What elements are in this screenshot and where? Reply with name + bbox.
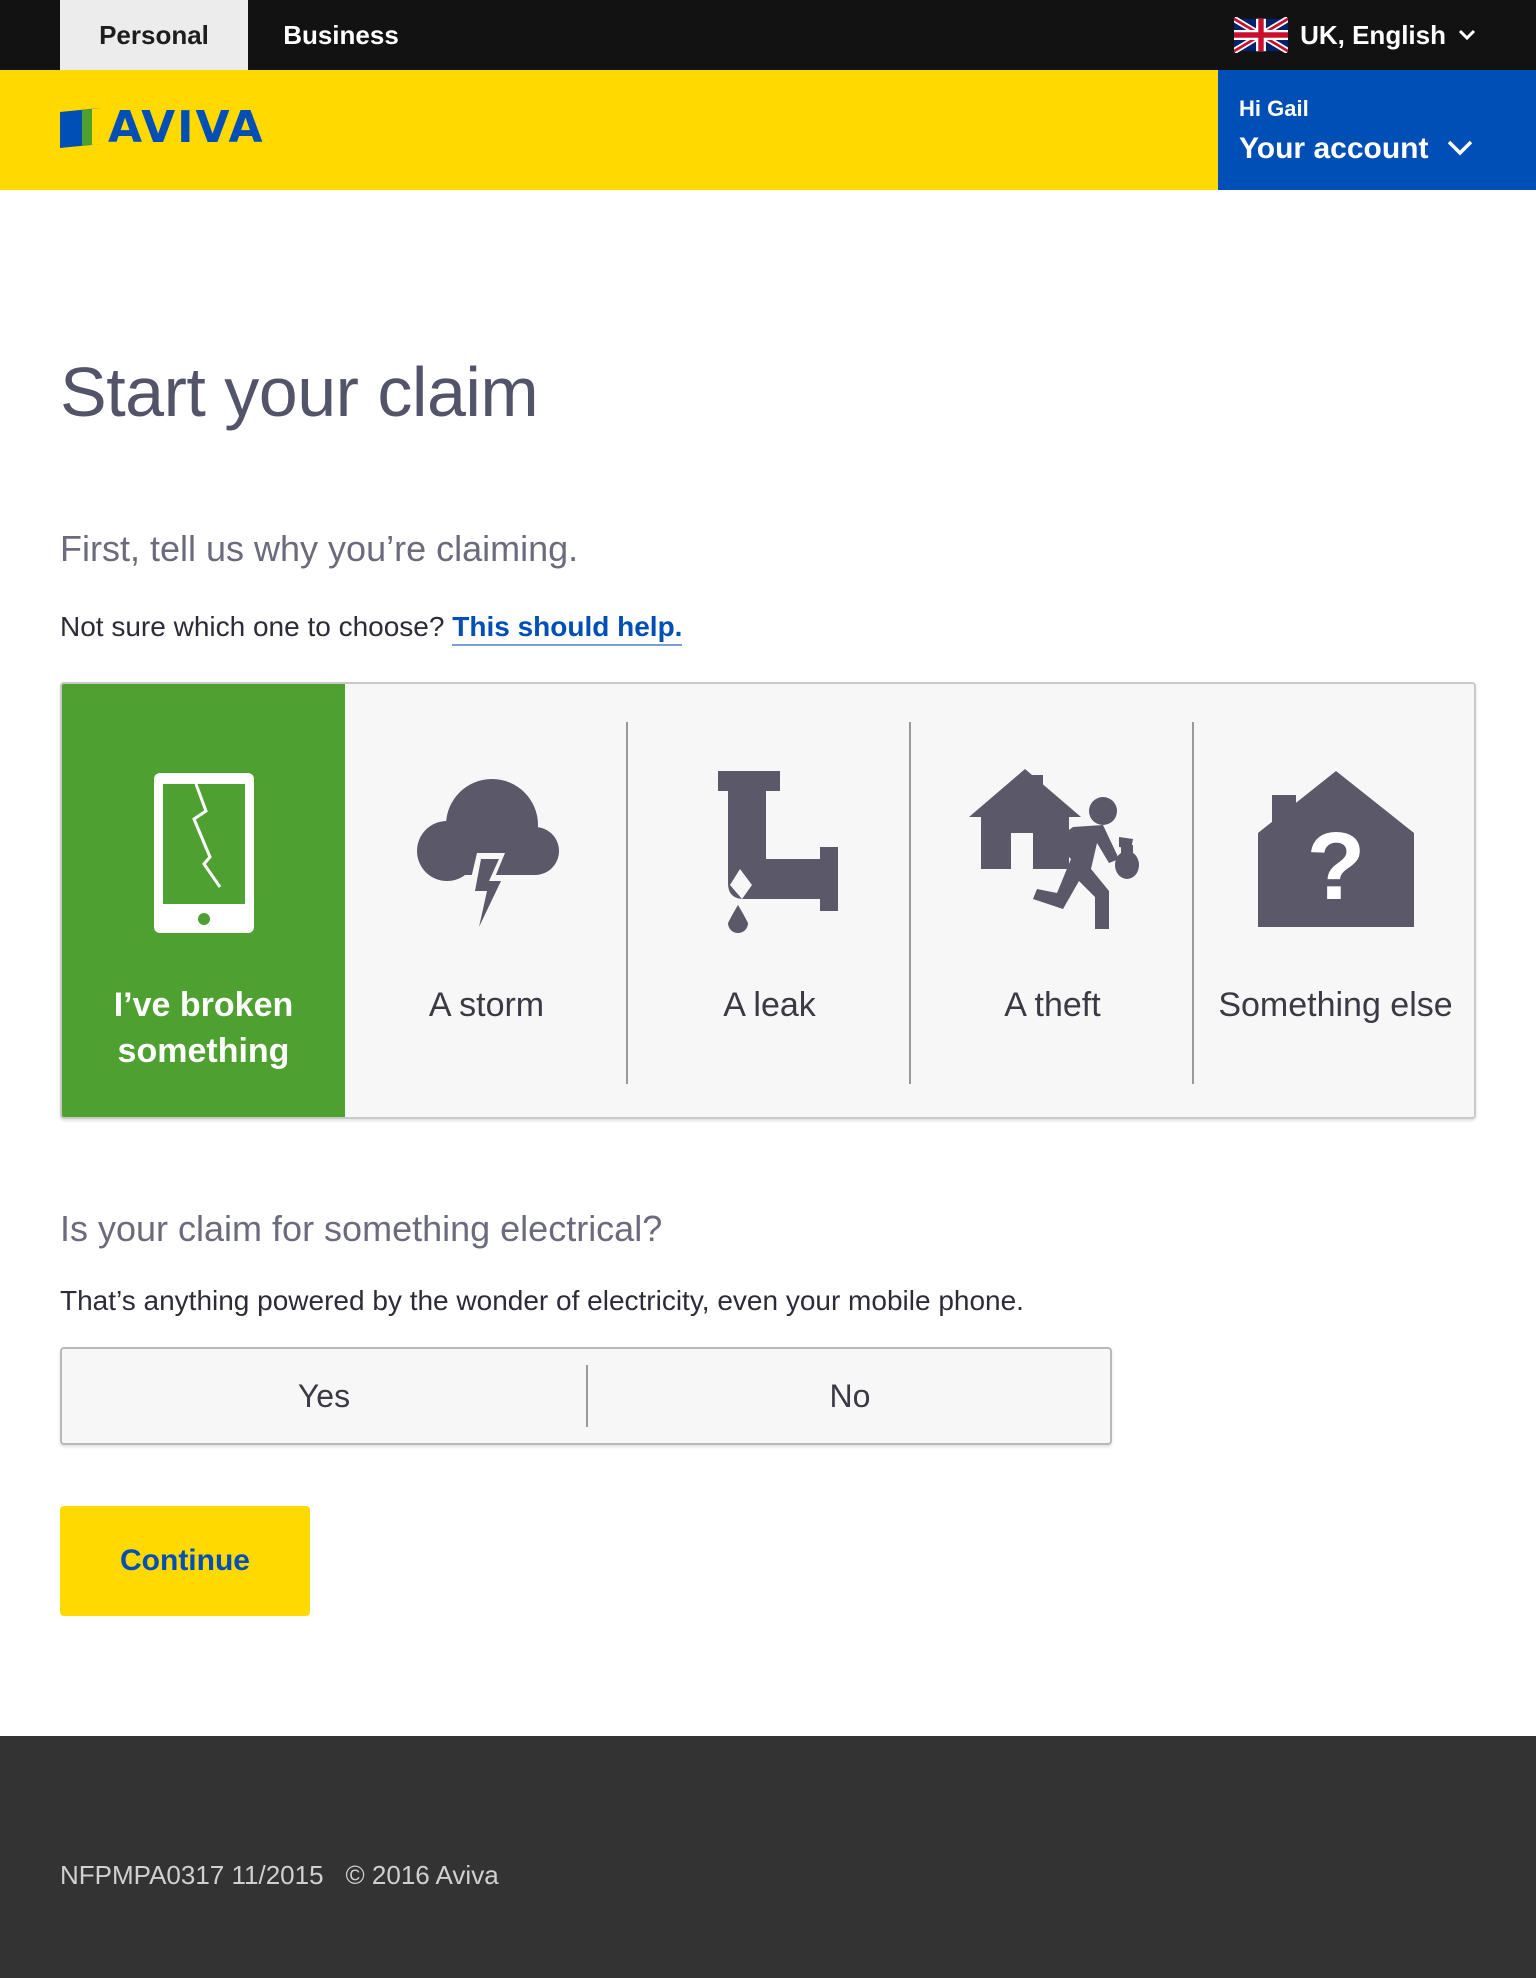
account-menu[interactable]: Hi Gail Your account: [1218, 70, 1536, 190]
footer-code: NFPMPA0317 11/2015: [60, 1860, 324, 1890]
continue-button[interactable]: Continue: [60, 1506, 310, 1616]
claim-type-selector: I’ve broken something A storm A leak A t…: [60, 682, 1476, 1119]
tab-personal[interactable]: Personal: [60, 0, 248, 70]
claim-option-broken[interactable]: I’ve broken something: [62, 684, 345, 1117]
electrical-question: Is your claim for something electrical?: [60, 1208, 663, 1249]
page-title: Start your claim: [60, 353, 539, 431]
uk-flag-icon: [1234, 17, 1289, 53]
aviva-logo-mark-icon: [60, 108, 100, 148]
claim-option-theft[interactable]: A theft: [911, 684, 1194, 1117]
claim-option-label: A storm: [428, 986, 545, 1024]
site-footer: NFPMPA0317 11/2015 © 2016 Aviva: [0, 1736, 1536, 1978]
help-link[interactable]: This should help.: [452, 611, 683, 646]
aviva-logo[interactable]: AVIVA: [60, 102, 265, 153]
logo-text: AVIVA: [108, 102, 265, 153]
broken-phone-icon: [153, 773, 254, 933]
claim-option-something-else[interactable]: ? Something else: [1194, 684, 1474, 1117]
help-line: Not sure which one to choose? This shoul…: [60, 611, 683, 646]
claim-option-label: Something else: [1218, 986, 1453, 1024]
account-label: Your account: [1239, 132, 1429, 165]
locale-selector[interactable]: UK, English: [1234, 0, 1476, 70]
question-house-icon: ?: [1257, 771, 1414, 927]
claim-option-label: I’ve broken something: [113, 986, 294, 1070]
footer-text: NFPMPA0317 11/2015 © 2016 Aviva: [60, 1860, 499, 1891]
burglar-house-icon: [968, 769, 1139, 929]
storm-cloud-icon: [416, 779, 559, 937]
footer-copyright: © 2016 Aviva: [345, 1860, 499, 1890]
no-option[interactable]: No: [588, 1349, 1112, 1443]
electrical-description: That’s anything powered by the wonder of…: [60, 1285, 1024, 1316]
svg-text:?: ?: [1306, 813, 1365, 920]
claim-option-label: A leak: [723, 986, 816, 1024]
leaking-pipe-icon: [717, 771, 838, 933]
claim-option-leak[interactable]: A leak: [628, 684, 911, 1117]
chevron-down-icon: [1447, 140, 1473, 156]
electrical-yes-no: Yes No: [60, 1347, 1112, 1445]
chevron-down-icon: [1458, 29, 1476, 41]
locale-label: UK, English: [1300, 19, 1446, 50]
intro-heading: First, tell us why you’re claiming.: [60, 528, 579, 569]
help-prefix: Not sure which one to choose?: [60, 611, 453, 642]
claim-option-label: A theft: [1004, 986, 1101, 1024]
account-greeting: Hi Gail: [1239, 96, 1309, 121]
top-bar: Personal Business UK, English: [0, 0, 1536, 70]
yes-option[interactable]: Yes: [62, 1349, 586, 1443]
tab-business[interactable]: Business: [248, 0, 434, 70]
claim-option-storm[interactable]: A storm: [345, 684, 628, 1117]
